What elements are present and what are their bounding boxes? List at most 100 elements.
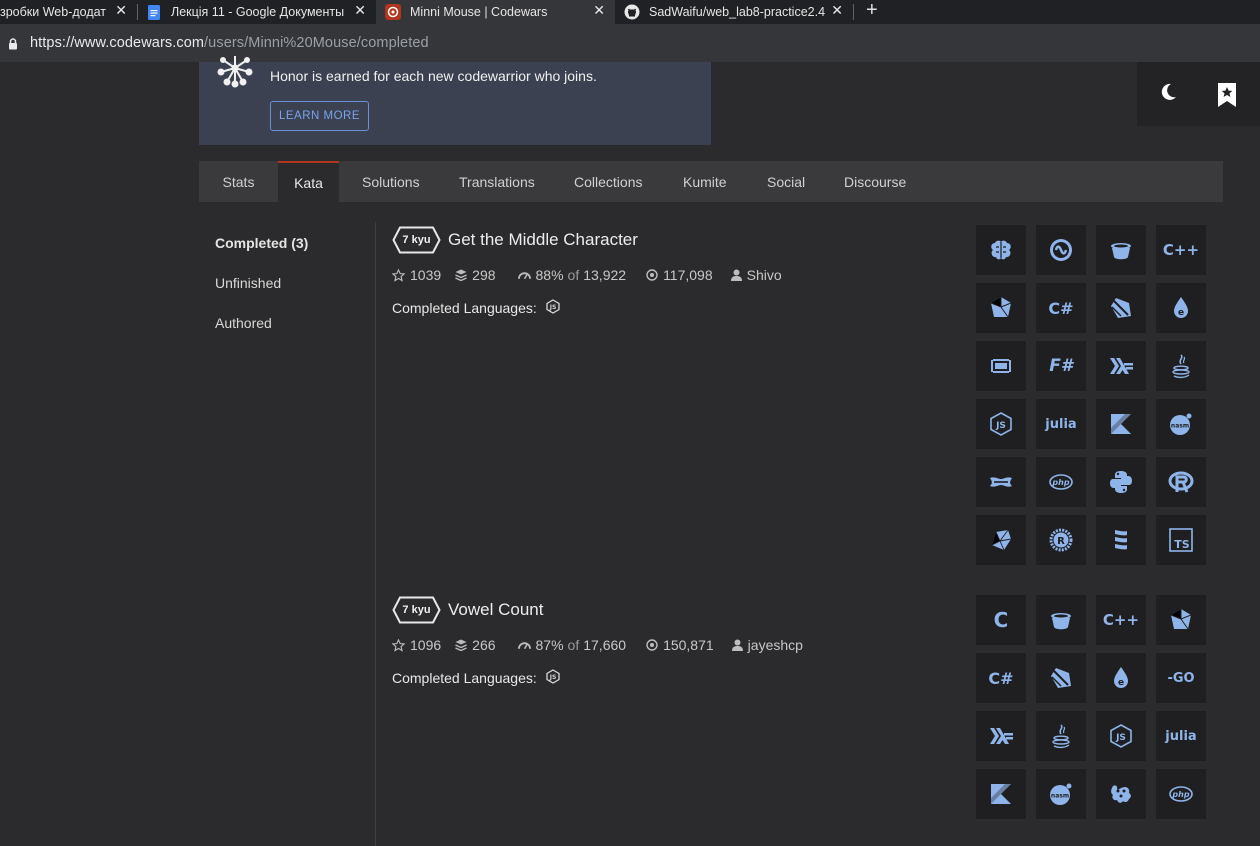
java-icon[interactable] xyxy=(1156,341,1206,391)
tab-collections[interactable]: Collections xyxy=(574,161,642,202)
julia-icon[interactable]: julia xyxy=(1156,711,1206,761)
tab-translations[interactable]: Translations xyxy=(459,161,535,202)
tab-stats[interactable]: Stats xyxy=(199,161,278,202)
sidebar-item-completed[interactable]: Completed (3) xyxy=(215,235,308,251)
profile-tabs: Stats Kata Solutions Translations Collec… xyxy=(199,161,1223,202)
browser-tab-active[interactable]: Minni Mouse | Codewars ✕ xyxy=(376,0,615,24)
bookmark-icon[interactable] xyxy=(1217,82,1237,113)
nodejs-icon[interactable]: JS xyxy=(546,669,560,687)
nasm-icon[interactable]: nasm xyxy=(1036,769,1086,819)
elixir-icon[interactable]: e xyxy=(1156,283,1206,333)
gauge-icon xyxy=(517,642,531,650)
lock-icon[interactable] xyxy=(8,37,18,55)
close-icon[interactable]: ✕ xyxy=(115,2,127,19)
browser-tab[interactable]: Лекція 11 - Google Документы ✕ xyxy=(146,0,376,24)
julia-icon[interactable]: julia xyxy=(1036,399,1086,449)
nodejs-icon[interactable]: JS xyxy=(546,299,560,317)
kata-header: 7 kyu Vowel Count xyxy=(392,596,543,624)
of-label: of xyxy=(567,267,580,283)
completed-languages: Completed Languages: JS xyxy=(392,669,560,687)
kotlin-icon[interactable] xyxy=(1096,399,1146,449)
network-icon xyxy=(213,56,259,95)
tab-separator xyxy=(137,4,138,20)
csharp-icon[interactable]: C# xyxy=(976,653,1026,703)
user-icon xyxy=(730,269,742,281)
typescript-icon[interactable]: TS xyxy=(1156,515,1206,565)
fsharp-icon[interactable]: F# xyxy=(1036,341,1086,391)
scala-icon[interactable] xyxy=(1096,515,1146,565)
crystal-icon[interactable] xyxy=(1156,595,1206,645)
cpp-icon[interactable]: C++ xyxy=(1096,595,1146,645)
kotlin-icon[interactable] xyxy=(976,769,1026,819)
sidebar-item-authored[interactable]: Authored xyxy=(215,315,272,331)
svg-text:R: R xyxy=(1057,536,1065,547)
php-icon[interactable]: php xyxy=(1156,769,1206,819)
user-icon xyxy=(731,639,743,651)
learn-more-button[interactable]: LEARN MORE xyxy=(270,101,369,131)
close-icon[interactable]: ✕ xyxy=(593,2,605,19)
cpp-icon[interactable]: C++ xyxy=(1156,225,1206,275)
tab-label: SadWaifu/web_lab8-practice2.4 xyxy=(649,5,826,19)
haskell-icon[interactable] xyxy=(976,711,1026,761)
url-text[interactable]: https://www.codewars.com/users/Minni%20M… xyxy=(30,35,429,51)
kata-title[interactable]: Vowel Count xyxy=(448,600,543,620)
php-icon[interactable]: php xyxy=(1036,457,1086,507)
nasm-icon[interactable]: nasm xyxy=(1156,399,1206,449)
close-icon[interactable]: ✕ xyxy=(354,2,366,19)
completions-stat: 150,871 xyxy=(646,637,714,653)
coffeescript-icon[interactable] xyxy=(1036,595,1086,645)
ocaml-icon[interactable] xyxy=(976,457,1026,507)
floating-toolbar xyxy=(1137,62,1260,126)
csharp-icon[interactable]: C# xyxy=(1036,283,1086,333)
factor-icon[interactable] xyxy=(976,341,1026,391)
tab-social[interactable]: Social xyxy=(767,161,805,202)
browser-tab[interactable]: SadWaifu/web_lab8-practice2.4 ✕ xyxy=(615,0,853,24)
satisfaction-rating: 87% xyxy=(535,637,564,653)
browser-tab[interactable]: зробки Web-додат ✕ xyxy=(0,0,137,24)
tab-kata[interactable]: Kata xyxy=(278,161,339,202)
google-docs-icon xyxy=(146,4,162,20)
of-label: of xyxy=(567,637,580,653)
author-link[interactable]: jayeshcp xyxy=(748,637,803,653)
moon-icon[interactable] xyxy=(1158,82,1178,107)
new-tab-button[interactable]: + xyxy=(866,0,878,22)
completions-count: 117,098 xyxy=(663,267,713,283)
haskell-icon[interactable] xyxy=(1096,341,1146,391)
rank-badge: 7 kyu xyxy=(392,226,441,254)
svg-text:e: e xyxy=(1178,308,1184,318)
collections-count: 298 xyxy=(472,267,496,283)
tab-kumite[interactable]: Kumite xyxy=(683,161,727,202)
coffeescript-icon[interactable] xyxy=(1096,225,1146,275)
address-bar[interactable]: https://www.codewars.com/users/Minni%20M… xyxy=(0,24,1260,62)
elixir-icon[interactable]: e xyxy=(1096,653,1146,703)
ruby-icon[interactable] xyxy=(976,515,1026,565)
author-link[interactable]: Shivo xyxy=(747,267,782,283)
votes-count: 17,660 xyxy=(583,637,627,653)
author-stat: jayeshcp xyxy=(731,637,803,653)
language-grid: C++ C# e F# JS julia nasm php R TS xyxy=(976,225,1206,565)
honor-banner: Honor is earned for each new codewarrior… xyxy=(199,56,711,145)
javascript-icon[interactable]: JS xyxy=(976,399,1026,449)
layers-icon xyxy=(455,639,467,651)
c-icon[interactable]: C xyxy=(976,595,1026,645)
kata-header: 7 kyu Get the Middle Character xyxy=(392,226,638,254)
svg-text:php: php xyxy=(1171,790,1189,799)
close-icon[interactable]: ✕ xyxy=(831,2,843,19)
dart-icon[interactable] xyxy=(1036,653,1086,703)
tab-solutions[interactable]: Solutions xyxy=(362,161,420,202)
crystal-icon[interactable] xyxy=(976,283,1026,333)
go-icon[interactable]: -GO xyxy=(1156,653,1206,703)
rust-icon[interactable]: R xyxy=(1036,515,1086,565)
javascript-icon[interactable]: JS xyxy=(1096,711,1146,761)
java-icon[interactable] xyxy=(1036,711,1086,761)
star-icon xyxy=(392,268,405,282)
kata-title[interactable]: Get the Middle Character xyxy=(448,230,638,250)
sidebar-item-unfinished[interactable]: Unfinished xyxy=(215,275,281,291)
brain-icon[interactable] xyxy=(976,225,1026,275)
elm-icon[interactable] xyxy=(1096,769,1146,819)
tab-discourse[interactable]: Discourse xyxy=(844,161,906,202)
clojure-icon[interactable] xyxy=(1036,225,1086,275)
r-icon[interactable] xyxy=(1156,457,1206,507)
dart-icon[interactable] xyxy=(1096,283,1146,333)
python-icon[interactable] xyxy=(1096,457,1146,507)
